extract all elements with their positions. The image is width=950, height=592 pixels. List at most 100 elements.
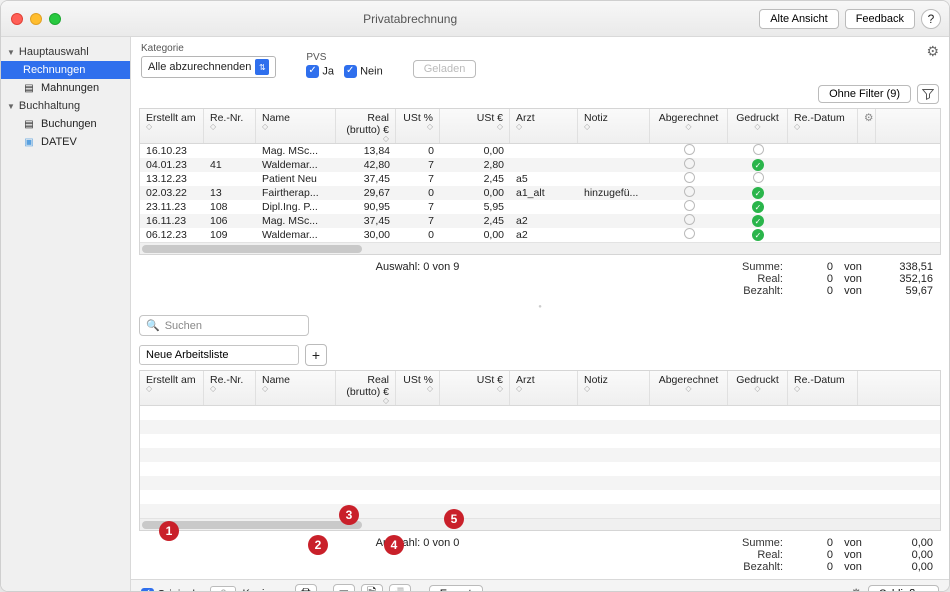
th-arzt[interactable]: Arzt◇: [510, 371, 578, 405]
cell: 5,95: [440, 201, 510, 213]
select-value: Alle abzurechnenden: [148, 61, 251, 73]
th-arzt[interactable]: Arzt◇: [510, 109, 578, 143]
th-real[interactable]: Real (brutto) €◇: [336, 371, 396, 405]
th-erstellt[interactable]: Erstellt am◇: [140, 109, 204, 143]
th-uste[interactable]: USt €◇: [440, 371, 510, 405]
selection-text: Auswahl: 0 von 9: [147, 261, 688, 297]
cell-gedruckt: ✓: [728, 229, 788, 242]
document-button[interactable]: 🗎: [361, 584, 383, 592]
table-row[interactable]: 04.01.2341Waldemar...42,8072,80✓: [140, 158, 940, 172]
checkbox[interactable]: [141, 588, 154, 592]
th-gedruckt[interactable]: Gedruckt◇: [728, 109, 788, 143]
sidebar-item-rechnungen[interactable]: Rechnungen: [1, 61, 130, 79]
kategorie-select[interactable]: Alle abzurechnenden ⇅: [141, 56, 276, 78]
maximize-icon[interactable]: [49, 13, 61, 25]
sidebar-group-label: Hauptauswahl: [19, 46, 89, 58]
settings-gear-icon[interactable]: ⚙: [926, 43, 939, 60]
window-controls: [1, 13, 61, 25]
cell: 109: [204, 229, 256, 241]
checkbox[interactable]: [344, 65, 357, 78]
th-notiz[interactable]: Notiz◇: [578, 109, 650, 143]
th-real[interactable]: Real (brutto) €◇: [336, 109, 396, 143]
callout-1: 1: [159, 521, 179, 541]
cell-abgerechnet: [650, 172, 728, 186]
checkbox[interactable]: [306, 65, 319, 78]
fax-icon: 📠: [392, 587, 407, 592]
von-label: von: [833, 285, 873, 297]
horizontal-scrollbar[interactable]: [140, 242, 940, 254]
footer-gear-icon[interactable]: ⚙: [850, 586, 862, 592]
divider-dot: ●: [131, 303, 949, 311]
add-worklist-button[interactable]: +: [305, 344, 327, 366]
callout-5: 5: [444, 509, 464, 529]
minimize-icon[interactable]: [30, 13, 42, 25]
print-button[interactable]: 🖨: [295, 584, 317, 592]
search-icon: 🔍: [146, 319, 160, 332]
summary-upper: Auswahl: 0 von 9 Summe:0von338,51 Real:0…: [131, 255, 949, 303]
cell: 30,00: [336, 229, 396, 241]
sidebar-group-hauptauswahl[interactable]: ▼Hauptauswahl: [1, 43, 130, 61]
export-button[interactable]: Export: [429, 585, 483, 592]
help-button[interactable]: ?: [921, 9, 941, 29]
mail-button[interactable]: ✉: [333, 584, 355, 592]
sidebar: ▼Hauptauswahl Rechnungen ▤ Mahnungen ▼Buc…: [1, 37, 131, 592]
kopien-count[interactable]: 0: [210, 586, 236, 592]
geladen-button[interactable]: Geladen: [413, 60, 477, 78]
table-row[interactable]: 06.12.23109Waldemar...30,0000,00a2✓: [140, 228, 940, 242]
th-erstellt[interactable]: Erstellt am◇: [140, 371, 204, 405]
th-renr[interactable]: Re.-Nr.◇: [204, 371, 256, 405]
th-gedruckt[interactable]: Gedruckt◇: [728, 371, 788, 405]
th-uste[interactable]: USt €◇: [440, 109, 510, 143]
table-row[interactable]: 02.03.2213Fairtherap...29,6700,00a1_alth…: [140, 186, 940, 200]
table-row[interactable]: 16.11.23106Mag. MSc...37,4572,45a2✓: [140, 214, 940, 228]
worklist-name-input[interactable]: [139, 345, 299, 365]
th-renr[interactable]: Re.-Nr.◇: [204, 109, 256, 143]
filter-icon[interactable]: [917, 84, 939, 104]
cell: hinzugefü...: [578, 187, 650, 199]
fax-button[interactable]: 📠: [389, 584, 411, 592]
th-redatum[interactable]: Re.-Datum◇: [788, 109, 858, 143]
table-row[interactable]: 13.12.23Patient Neu37,4572,45a5: [140, 172, 940, 186]
th-redatum[interactable]: Re.-Datum◇: [788, 371, 858, 405]
summe-b: 338,51: [873, 261, 933, 273]
scroll-thumb[interactable]: [142, 245, 362, 253]
cell: Fairtherap...: [256, 187, 336, 199]
ohne-filter-button[interactable]: Ohne Filter (9): [818, 85, 911, 103]
kategorie-label: Kategorie: [141, 43, 276, 54]
th-notiz[interactable]: Notiz◇: [578, 371, 650, 405]
cell: 2,45: [440, 215, 510, 227]
sidebar-item-mahnungen[interactable]: ▤ Mahnungen: [1, 79, 130, 97]
schliessen-button[interactable]: Schließen: [868, 585, 939, 592]
sidebar-item-datev[interactable]: ▣DATEV: [1, 133, 130, 151]
sidebar-item-label: Mahnungen: [41, 82, 99, 94]
feedback-button[interactable]: Feedback: [845, 9, 915, 29]
sidebar-item-buchungen[interactable]: ▤Buchungen: [1, 115, 130, 133]
cell: 37,45: [336, 215, 396, 227]
th-name[interactable]: Name◇: [256, 371, 336, 405]
dropdown-arrow-icon: ⇅: [255, 59, 269, 75]
table-row[interactable]: 23.11.23108Dipl.Ing. P...90,9575,95✓: [140, 200, 940, 214]
th-ustp[interactable]: USt %◇: [396, 371, 440, 405]
th-abgerechnet[interactable]: Abgerechnet◇: [650, 371, 728, 405]
kopien-label: Kopien: [242, 588, 276, 592]
original-checkbox[interactable]: Original +: [141, 588, 204, 592]
cell: Dipl.Ing. P...: [256, 201, 336, 213]
cell: 29,67: [336, 187, 396, 199]
pvs-ja-checkbox[interactable]: Ja: [306, 65, 334, 78]
cell: Mag. MSc...: [256, 215, 336, 227]
th-abgerechnet[interactable]: Abgerechnet◇: [650, 109, 728, 143]
document-icon: ▤: [23, 82, 35, 94]
cell: 16.10.23: [140, 145, 204, 157]
cell-abgerechnet: [650, 158, 728, 172]
alte-ansicht-button[interactable]: Alte Ansicht: [759, 9, 838, 29]
th-ustp[interactable]: USt %◇: [396, 109, 440, 143]
search-input[interactable]: 🔍Suchen: [139, 315, 309, 336]
th-name[interactable]: Name◇: [256, 109, 336, 143]
horizontal-scrollbar[interactable]: [140, 518, 940, 530]
th-gear[interactable]: ⚙: [858, 109, 876, 143]
pvs-nein-checkbox[interactable]: Nein: [344, 65, 383, 78]
sidebar-group-buchhaltung[interactable]: ▼Buchhaltung: [1, 97, 130, 115]
original-label: Original +: [157, 588, 204, 592]
close-icon[interactable]: [11, 13, 23, 25]
table-row[interactable]: 16.10.23Mag. MSc...13,8400,00: [140, 144, 940, 158]
